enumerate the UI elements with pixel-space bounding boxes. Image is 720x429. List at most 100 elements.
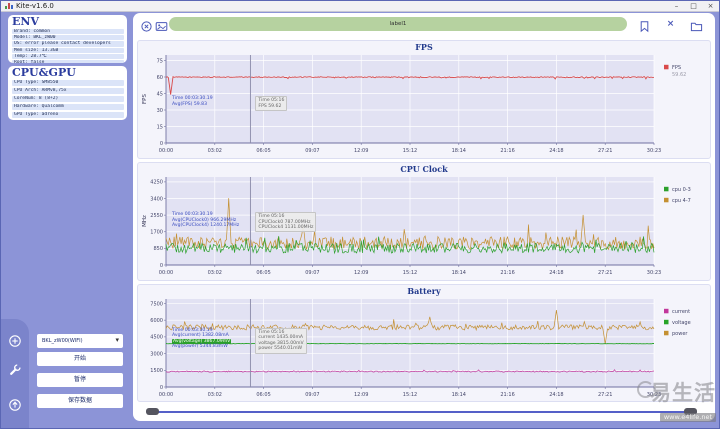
refresh-connection-icon[interactable] (140, 18, 153, 32)
upload-icon[interactable] (8, 397, 22, 411)
y-axis-label: FPS (142, 94, 148, 104)
slider-handle-left[interactable] (146, 408, 159, 415)
legend-item[interactable]: cpu 4-7 (664, 197, 691, 204)
x-tick-label: 06:05 (256, 392, 270, 398)
label-bar[interactable]: label1 (169, 17, 627, 31)
x-tick-label: 12:09 (354, 392, 368, 398)
legend-item[interactable]: power (664, 330, 688, 337)
pause-button[interactable]: 暂停 (37, 373, 123, 387)
save-data-button[interactable]: 保存数据 (37, 394, 123, 408)
add-device-icon[interactable] (8, 333, 22, 347)
x-tick-label: 18:14 (452, 148, 466, 154)
x-tick-label: 00:00 (159, 392, 173, 398)
y-tick-label: 1700 (150, 230, 163, 236)
y-tick-label: 850 (153, 246, 163, 252)
cpugpu-panel-title: CPU&GPU (12, 66, 76, 79)
slider-handle-right[interactable] (684, 408, 697, 415)
settings-wrench-icon[interactable] (8, 362, 22, 376)
x-tick-label: 15:12 (403, 392, 417, 398)
svg-text:cpu 0-3: cpu 0-3 (672, 187, 691, 193)
y-tick-label: 45 (157, 91, 163, 97)
cpugpu-panel: CPU&GPU CPU Type: SM8550 CPU Arch: ARMv8,… (8, 66, 127, 120)
device-select-value: BKL_zW00(WIFI) (42, 338, 83, 344)
x-tick-label: 24:18 (549, 148, 563, 154)
x-tick-label: 09:07 (305, 148, 319, 154)
legend-item[interactable]: cpu 0-3 (664, 186, 691, 193)
x-tick-label: 00:00 (159, 270, 173, 276)
svg-text:cpu 4-7: cpu 4-7 (672, 198, 691, 204)
legend-item[interactable]: FPS59.62 (664, 64, 686, 78)
x-tick-label: 27:21 (598, 270, 612, 276)
folder-icon[interactable] (690, 18, 703, 32)
x-tick-label: 12:09 (354, 148, 368, 154)
y-axis-label: MHz (142, 215, 148, 227)
info-line: Temp: 28.7℃ (12, 53, 124, 60)
info-line: CPU Arch: ARMv8,75x (12, 88, 124, 95)
clear-icon[interactable]: × (664, 18, 677, 31)
svg-text:59.62: 59.62 (672, 72, 686, 78)
y-tick-label: 75 (157, 58, 163, 64)
bookmark-save-icon[interactable] (638, 18, 651, 33)
x-tick-label: 21:16 (500, 148, 514, 154)
info-line: Mem size: 13.3GB (12, 47, 124, 53)
y-tick-label: 30 (157, 108, 163, 114)
x-tick-label: 06:05 (256, 270, 270, 276)
minimize-button[interactable]: – (668, 1, 685, 11)
info-line: OS: error please contact developers (12, 41, 124, 47)
legend-item[interactable]: current (664, 308, 690, 315)
chart-canvas[interactable]: 0 1500 3000 4500 6000 7500 00:00 03:02 06:05 09:0… (138, 297, 710, 401)
cpu-clock-chart-title: CPU Clock (400, 164, 448, 174)
x-tick-label: 09:07 (305, 270, 319, 276)
start-button[interactable]: 开始 (37, 352, 123, 366)
cpu-clock-chart: CPU Clock 0 850 1700 2550 3400 4250 00:00 03:02… (137, 162, 711, 281)
y-tick-label: 1500 (150, 368, 163, 374)
battery-chart-title: Battery (407, 286, 441, 296)
side-icon-strip (1, 319, 29, 428)
fps-chart-plot[interactable]: 0 15 30 45 60 75 00:00 03:02 06:05 09:07 12:09 15:1… (138, 53, 710, 161)
cpugpu-lines: CPU Type: SM8550 CPU Arch: ARMv8,75x CoreN… (12, 80, 124, 119)
screenshot-icon[interactable] (155, 18, 168, 31)
y-tick-label: 4500 (150, 335, 163, 341)
legend-item[interactable]: voltage (664, 319, 691, 326)
svg-text:voltage: voltage (672, 320, 691, 326)
y-tick-label: 3000 (150, 351, 163, 357)
x-tick-label: 24:18 (549, 392, 563, 398)
x-tick-label: 18:14 (452, 270, 466, 276)
y-tick-label: 60 (157, 75, 163, 81)
x-tick-label: 30:23 (647, 148, 661, 154)
app-logo-icon (5, 2, 13, 9)
slider-track[interactable] (149, 411, 697, 413)
y-tick-label: 2550 (150, 213, 163, 219)
x-tick-label: 24:18 (549, 270, 563, 276)
info-line: Brand: common (12, 29, 124, 35)
chart-canvas[interactable]: 0 850 1700 2550 3400 4250 00:00 03:02 06:05 09:07… (138, 175, 710, 279)
x-tick-label: 09:07 (305, 392, 319, 398)
chevron-down-icon: ▾ (115, 336, 119, 344)
window-title: Kite-v1.6.0 (16, 2, 54, 10)
chart-canvas[interactable]: 0 15 30 45 60 75 00:00 03:02 06:05 09:07 12:09 15:1… (138, 53, 710, 157)
info-line: GPU Type: adreno (12, 112, 124, 119)
info-line: Root: false (12, 60, 124, 63)
env-panel-title: ENV (12, 15, 39, 28)
y-tick-label: 6000 (150, 318, 163, 324)
device-select[interactable]: BKL_zW00(WIFI) ▾ (37, 334, 123, 348)
battery-chart-plot[interactable]: 0 1500 3000 4500 6000 7500 00:00 03:02 06:05 09:0… (138, 297, 710, 405)
svg-text:power: power (672, 331, 688, 337)
time-range-slider (133, 405, 715, 419)
close-button[interactable]: × (702, 1, 719, 11)
main-panel: label1 × FPS 0 15 30 45 60 75 00:00 03:02 06:05 0… (133, 13, 715, 421)
app-window: Kite-v1.6.0 – □ × ENV Brand: common Model… (0, 0, 720, 429)
cpu-clock-chart-plot[interactable]: 0 850 1700 2550 3400 4250 00:00 03:02 06:05 09:07… (138, 175, 710, 283)
svg-text:current: current (672, 309, 690, 315)
x-tick-label: 15:12 (403, 270, 417, 276)
fps-chart-title: FPS (415, 42, 433, 52)
titlebar: Kite-v1.6.0 – □ × (1, 1, 719, 12)
y-tick-label: 7500 (150, 301, 163, 307)
maximize-button[interactable]: □ (685, 1, 702, 11)
x-tick-label: 21:16 (500, 270, 514, 276)
x-tick-label: 18:14 (452, 392, 466, 398)
x-tick-label: 27:21 (598, 392, 612, 398)
info-line: Hardware: Qualcomm (12, 104, 124, 111)
svg-text:FPS: FPS (672, 65, 681, 71)
info-line: CoreNum: 8 (8+2) (12, 96, 124, 103)
